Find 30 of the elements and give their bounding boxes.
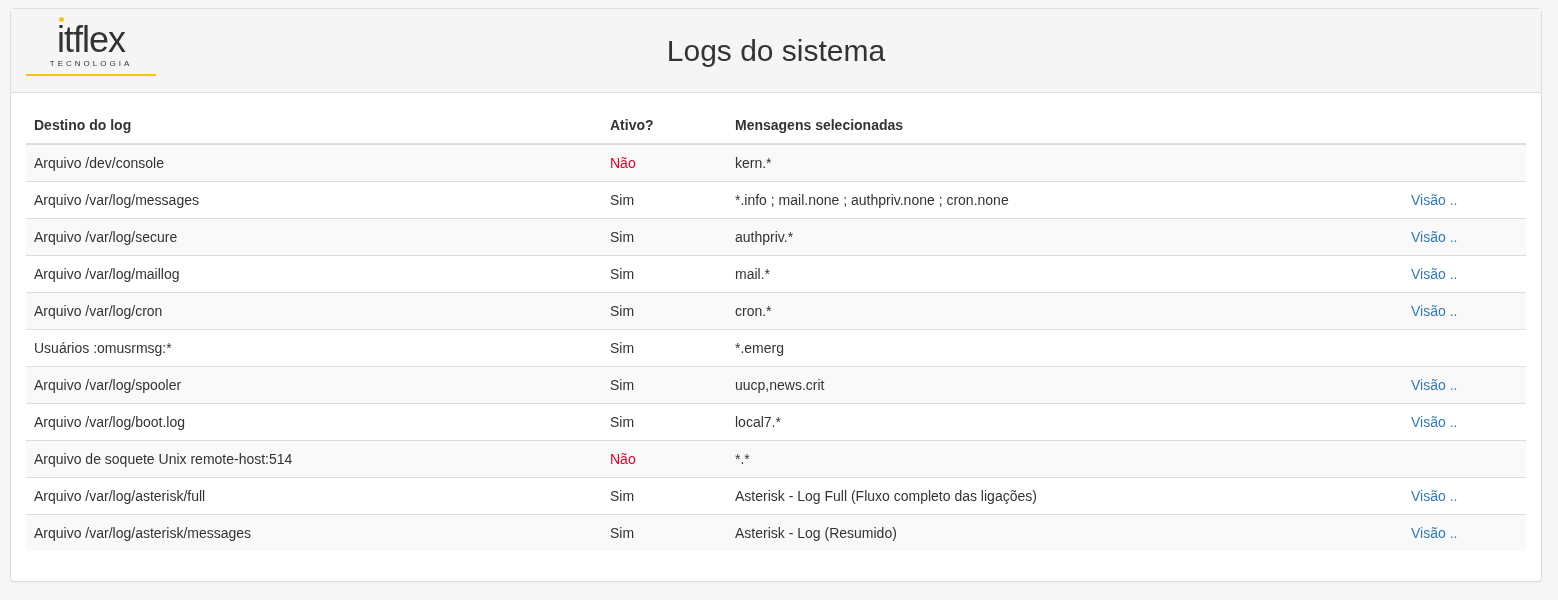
page-title: Logs do sistema [666,33,886,68]
logo-name: itflex [57,22,125,58]
table-cell: Arquivo /var/log/secure [26,218,602,256]
table-cell: Arquivo de soquete Unix remote-host:514 [26,440,602,478]
status-cell: Sim [602,218,727,256]
view-link[interactable]: Visão .. [1411,414,1458,430]
table-cell: authpriv.* [727,218,1403,256]
status-cell: Sim [602,292,727,330]
view-link[interactable]: Visão .. [1411,303,1458,319]
view-link[interactable]: Visão .. [1411,229,1458,245]
table-cell: Asterisk - Log (Resumido) [727,514,1403,551]
table-cell: Arquivo /var/log/asterisk/messages [26,514,602,551]
table-cell: uucp,news.crit [727,366,1403,404]
table-cell: Arquivo /var/log/cron [26,292,602,330]
table-cell: Arquivo /var/log/spooler [26,366,602,404]
view-link[interactable]: Visão .. [1411,488,1458,504]
logo-tagline: TECNOLOGIA [49,59,133,68]
status-cell: Sim [602,366,727,404]
table-cell: cron.* [727,292,1403,330]
status-cell: Não [602,144,727,182]
table-cell: *.* [727,440,1403,478]
view-link[interactable]: Visão .. [1411,377,1458,393]
status-cell: Não [602,440,727,478]
status-cell: Sim [602,514,727,551]
view-link[interactable]: Visão .. [1411,525,1458,541]
view-link[interactable]: Visão .. [1411,266,1458,282]
table-cell: kern.* [727,144,1403,182]
view-link[interactable]: Visão .. [1411,192,1458,208]
table-cell: Arquivo /dev/console [26,144,602,182]
dot-icon [59,17,64,22]
